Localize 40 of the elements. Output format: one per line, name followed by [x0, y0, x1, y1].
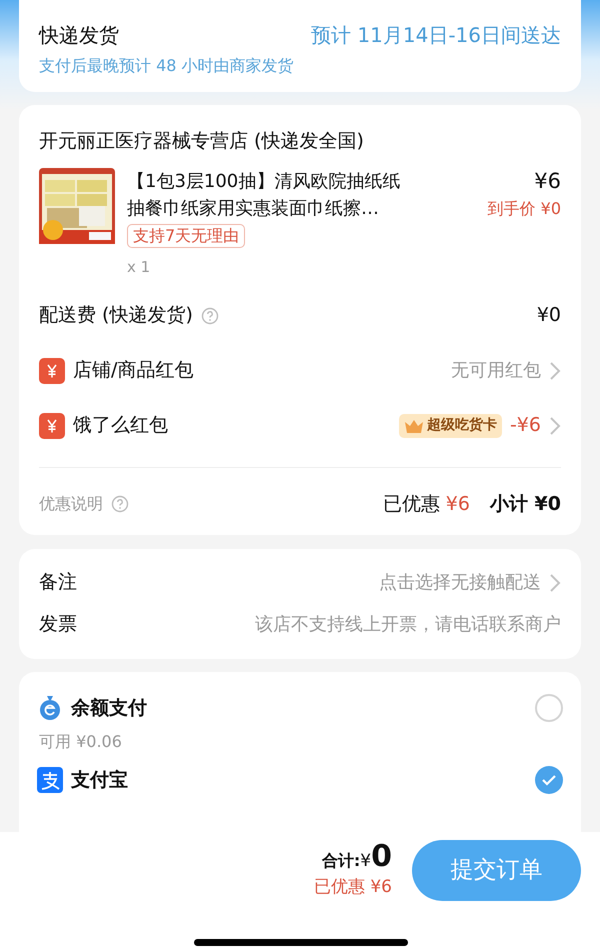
return-policy-tag: 支持7天无理由 [127, 224, 246, 248]
membership-badge: 超级吃货卡 [398, 414, 502, 438]
wallet-bag-icon [37, 694, 63, 721]
radio-button[interactable] [535, 766, 563, 794]
help-icon[interactable] [111, 495, 129, 514]
help-icon[interactable] [200, 306, 219, 324]
discount-info-label: 优惠说明 [39, 493, 103, 516]
radio-button[interactable] [535, 694, 563, 722]
saved-amount: ¥6 [446, 492, 470, 517]
row-label: 配送费 (快递发货) [39, 303, 193, 328]
total-saved: 已优惠 ¥6 [314, 876, 392, 898]
quantity: x 1 [127, 256, 150, 278]
currency-sign: ¥ [360, 850, 372, 873]
subtotal: 小计 ¥0 [490, 492, 561, 517]
row-value: -¥6 [510, 413, 541, 438]
check-icon [541, 774, 557, 786]
crown-icon [404, 418, 424, 434]
total-label: 合计: [322, 850, 360, 872]
row-value: 该店不支持线上开票，请电话联系商户 [255, 613, 561, 637]
final-price: 到手价 ¥0 [488, 198, 561, 220]
payment-name[interactable]: 支付宝 [71, 766, 535, 794]
alipay-icon [37, 767, 63, 794]
coupon-icon [39, 358, 65, 384]
coupon-icon [39, 412, 65, 438]
delivery-title: 快递发货 [39, 22, 119, 49]
row-label: 备注 [39, 570, 78, 596]
store-name: 开元丽正医疗器械专营店 (快递发全国) [39, 129, 365, 154]
delivery-eta: 预计 11月14日-16日间送达 [311, 22, 561, 49]
row-value: 无可用红包 [451, 359, 541, 383]
total-amount: 0 [371, 840, 392, 874]
row-value: ¥0 [536, 303, 561, 328]
row-label: 发票 [39, 612, 78, 638]
delivery-note: 支付后最晚预计 48 小时由商家发货 [39, 55, 295, 77]
saved-label: 已优惠 [382, 492, 440, 517]
payment-name[interactable]: 余额支付 [71, 694, 535, 722]
product-title[interactable]: 【1包3层100抽】清风欧院抽纸纸抽餐巾纸家用实惠装面巾纸擦… [127, 168, 401, 222]
row-label: 店铺/商品红包 [73, 358, 194, 384]
balance-available: 可用 ¥0.06 [39, 731, 123, 753]
product-price: ¥6 [534, 168, 561, 194]
row-label: 饿了么红包 [73, 413, 168, 438]
